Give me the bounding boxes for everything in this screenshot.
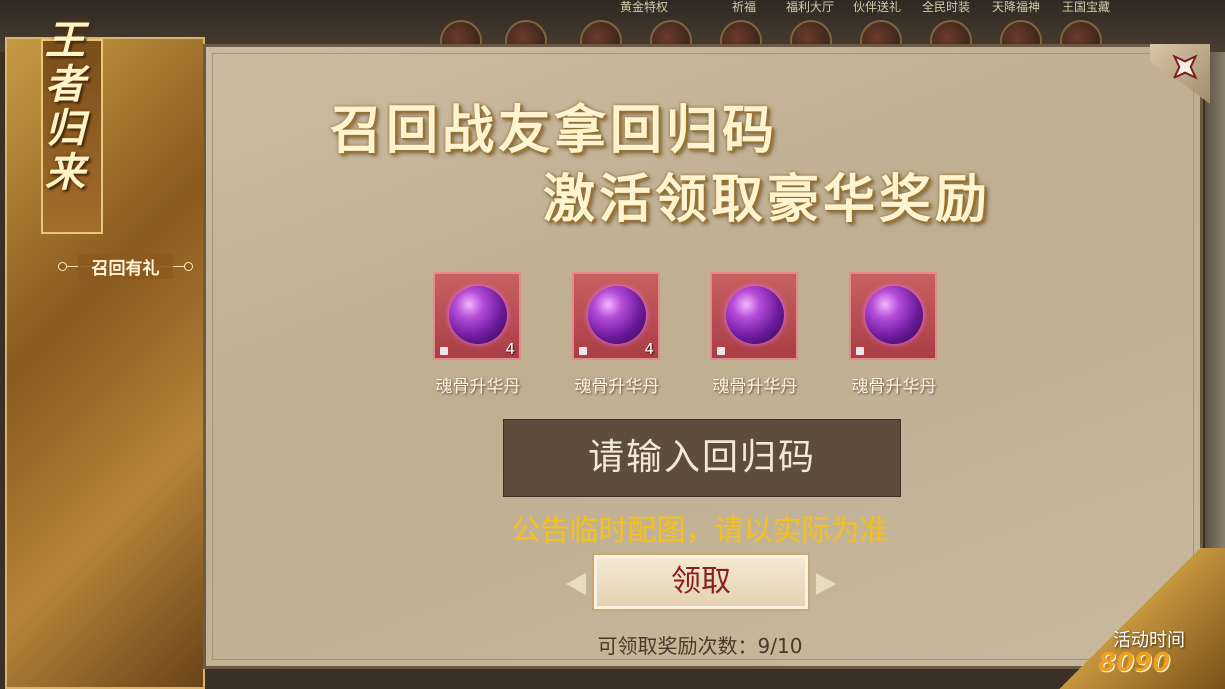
arrow-left-icon: [566, 573, 586, 595]
sidebar-item-label: 召回有礼: [78, 254, 173, 279]
top-tab[interactable]: 祈福: [732, 0, 756, 15]
reward-item[interactable]: 4 魂骨升华丹: [572, 272, 664, 397]
lock-icon: [440, 347, 448, 355]
soul-bone-pill-icon: [865, 286, 923, 344]
top-tab[interactable]: 天降福神: [992, 0, 1040, 15]
sidebar-title-char: 来: [45, 149, 85, 196]
top-tab[interactable]: 黄金特权: [620, 0, 668, 15]
sidebar: [5, 37, 205, 689]
notice-text: 公告临时配图，请以实际为准: [511, 513, 889, 547]
claim-button[interactable]: 领取: [592, 553, 810, 611]
arrow-right-icon: [816, 573, 836, 595]
reward-slot[interactable]: [849, 272, 937, 360]
reward-name: 魂骨升华丹: [435, 377, 521, 397]
soul-bone-pill-icon: [588, 286, 646, 344]
panel-heading-line1: 召回战友拿回归码: [330, 100, 779, 161]
reward-item[interactable]: 魂骨升华丹: [849, 272, 941, 397]
claim-count-text: 可领取奖励次数：9/10: [597, 634, 803, 658]
reward-name: 魂骨升华丹: [712, 377, 798, 397]
bullet-icon: [58, 262, 67, 271]
reward-list: 4 魂骨升华丹 4 魂骨升华丹 魂骨升华丹 魂骨升华丹: [433, 272, 953, 402]
soul-bone-pill-icon: [449, 286, 507, 344]
site-watermark: 8090: [1098, 648, 1171, 678]
lock-icon: [579, 347, 587, 355]
reward-item[interactable]: 魂骨升华丹: [710, 272, 802, 397]
reward-item[interactable]: 4 魂骨升华丹: [433, 272, 525, 397]
reward-name: 魂骨升华丹: [851, 377, 937, 397]
reward-count: 4: [505, 340, 515, 358]
lock-icon: [717, 347, 725, 355]
claim-button-group: 领取: [566, 553, 836, 613]
reward-slot[interactable]: 4: [433, 272, 521, 360]
reward-name: 魂骨升华丹: [574, 377, 660, 397]
lock-icon: [856, 347, 864, 355]
soul-bone-pill-icon: [726, 286, 784, 344]
reward-slot[interactable]: [710, 272, 798, 360]
top-tab[interactable]: 伙伴送礼: [853, 0, 901, 15]
bullet-icon: [184, 262, 193, 271]
reward-count: 4: [644, 340, 654, 358]
top-tab[interactable]: 王国宝藏: [1062, 0, 1110, 15]
panel-heading-line2: 激活领取豪华奖励: [543, 169, 992, 230]
return-code-input[interactable]: 请输入回归码: [503, 419, 901, 497]
sidebar-item-recall-gift[interactable]: 召回有礼: [58, 254, 193, 279]
reward-slot[interactable]: 4: [572, 272, 660, 360]
top-tab[interactable]: 福利大厅: [786, 0, 834, 15]
top-tab[interactable]: 全民时装: [922, 0, 970, 15]
